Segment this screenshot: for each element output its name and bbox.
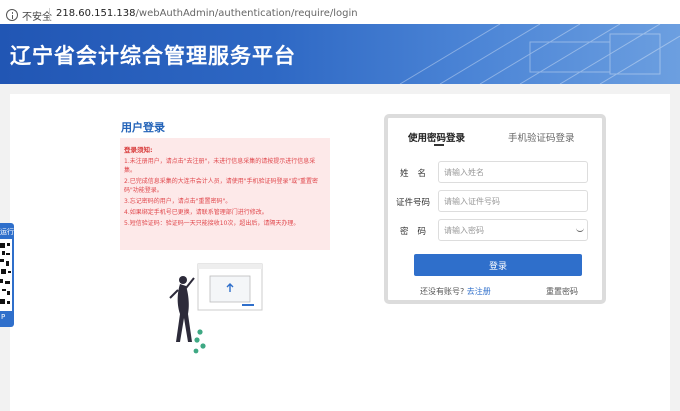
login-button[interactable]: 登录 xyxy=(414,254,582,276)
id-label: 证件号码 xyxy=(396,198,431,208)
url-path[interactable]: /webAuthAdmin/authentication/require/log… xyxy=(136,8,358,19)
qr-side-tab[interactable]: 运行 P xyxy=(0,223,14,327)
notice-line: 2.已完成信息采集的大连市会计人员，请使用"手机验证码登录"或"重置密码"功能登… xyxy=(124,178,319,194)
notice-line: 4.如果绑定手机号已更换，请联系管理部门进行修改。 xyxy=(124,209,268,216)
name-label-char: 名 xyxy=(417,169,426,179)
platform-title: 辽宁省会计综合管理服务平台 xyxy=(10,44,296,68)
side-tab-text: 运行 xyxy=(0,228,14,236)
name-label: 姓名 xyxy=(400,167,426,179)
info-icon[interactable] xyxy=(6,9,18,21)
notice-line: 3.忘记密码的用户，请点击"重置密码"。 xyxy=(124,198,232,205)
password-label: 密码 xyxy=(400,225,426,237)
name-row: 姓名 xyxy=(388,161,602,185)
url-text[interactable]: 218.60.151.138/webAuthAdmin/authenticati… xyxy=(56,8,358,19)
qr-code-icon xyxy=(0,239,12,311)
no-account-prompt: 还没有账号? 去注册 xyxy=(420,286,491,297)
header-banner: 辽宁省会计综合管理服务平台 xyxy=(0,24,680,84)
name-input[interactable] xyxy=(438,161,588,183)
password-label-char: 密 xyxy=(400,227,409,237)
reset-password-link[interactable]: 重置密码 xyxy=(546,286,578,297)
login-illustration xyxy=(169,263,263,354)
section-title: 用户登录 xyxy=(121,121,165,134)
no-account-text: 还没有账号? xyxy=(420,287,465,296)
password-input[interactable] xyxy=(438,219,588,241)
password-label-char: 码 xyxy=(417,227,426,237)
tab-password-login[interactable]: 使用密码登录 xyxy=(408,130,465,144)
url-host[interactable]: 218.60.151.138 xyxy=(56,8,136,19)
address-separator xyxy=(49,8,50,21)
register-link[interactable]: 去注册 xyxy=(467,287,491,296)
notice-title: 登录须知: xyxy=(124,146,153,154)
id-number-input[interactable] xyxy=(438,190,588,212)
notice-line: 5.短信验证码：验证码一天只能接收10次，超出后，请隔天办理。 xyxy=(124,220,300,227)
side-tab-footer: P xyxy=(1,313,6,321)
main-content: 用户登录 登录须知: 1.未注册用户，请点击"去注册"，未进行信息采集的请按提示… xyxy=(10,94,670,411)
login-card: 使用密码登录 手机验证码登录 姓名 证件号码 密码 登录 还没有账号? 去注册 … xyxy=(384,114,606,304)
notice-line: 1.未注册用户，请点击"去注册"，未进行信息采集的请按提示进行信息采集。 xyxy=(124,158,316,174)
insecure-label[interactable]: 不安全 xyxy=(22,8,52,23)
name-label-char: 姓 xyxy=(400,169,409,179)
login-notice: 登录须知: 1.未注册用户，请点击"去注册"，未进行信息采集的请按提示进行信息采… xyxy=(120,138,330,250)
banner-decoration xyxy=(399,24,680,84)
tab-sms-login[interactable]: 手机验证码登录 xyxy=(508,130,575,144)
id-row: 证件号码 xyxy=(388,190,602,214)
password-row: 密码 xyxy=(388,219,602,243)
active-tab-indicator xyxy=(434,144,444,146)
